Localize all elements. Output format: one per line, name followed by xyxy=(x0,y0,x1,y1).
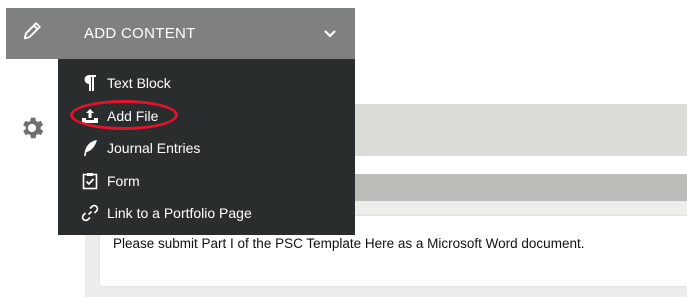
menu-item-label: Journal Entries xyxy=(107,140,201,157)
feather-icon xyxy=(81,139,99,157)
add-content-menu: Text Block Add File Journal Entries Form xyxy=(58,59,355,235)
instruction-text: Please submit Part I of the PSC Template… xyxy=(113,236,585,251)
menu-item-text-block[interactable]: Text Block xyxy=(58,67,355,100)
clipboard-check-icon xyxy=(81,172,99,190)
gear-icon xyxy=(18,114,46,147)
add-content-label: ADD CONTENT xyxy=(84,25,196,42)
menu-item-journal-entries[interactable]: Journal Entries xyxy=(58,132,355,165)
pencil-icon xyxy=(21,20,43,47)
link-icon xyxy=(81,204,99,222)
settings-button[interactable] xyxy=(15,113,49,147)
menu-item-form[interactable]: Form xyxy=(58,165,355,198)
menu-item-label: Add File xyxy=(107,107,159,124)
chevron-down-icon xyxy=(321,25,339,43)
menu-item-label: Text Block xyxy=(107,75,171,92)
menu-item-label: Form xyxy=(107,172,140,189)
edit-button[interactable] xyxy=(6,8,58,59)
menu-item-add-file[interactable]: Add File xyxy=(58,100,355,133)
menu-item-label: Link to a Portfolio Page xyxy=(107,205,252,222)
paragraph-icon xyxy=(81,74,99,92)
add-content-dropdown[interactable]: ADD CONTENT xyxy=(58,8,355,59)
menu-item-link-portfolio[interactable]: Link to a Portfolio Page xyxy=(58,197,355,230)
upload-icon xyxy=(81,107,99,125)
